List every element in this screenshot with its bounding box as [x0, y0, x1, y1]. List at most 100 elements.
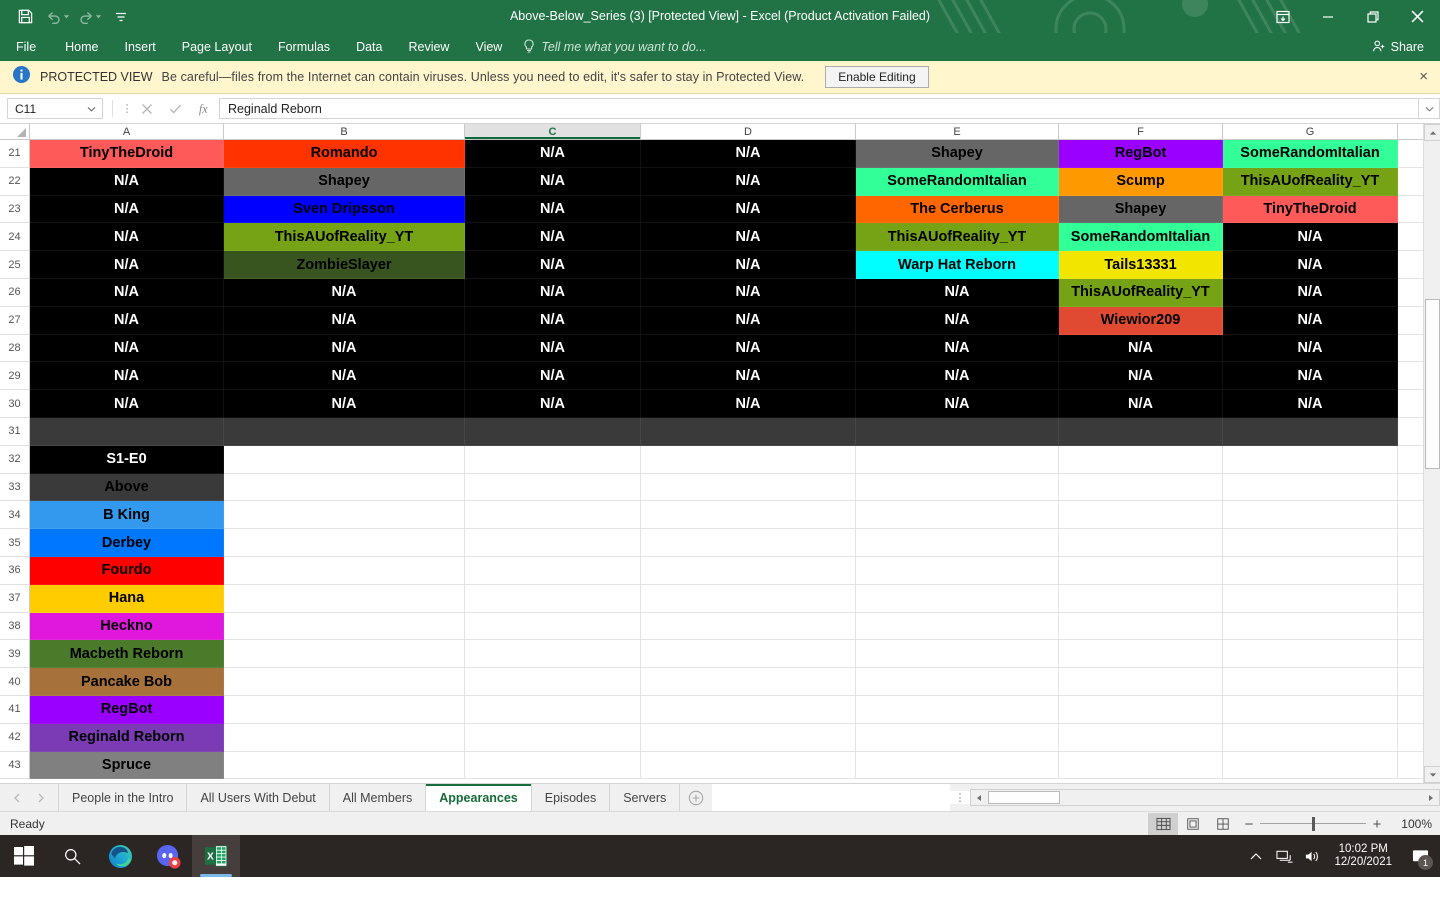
row-header-36[interactable]: 36 — [0, 556, 30, 585]
minimize-icon[interactable] — [1305, 0, 1350, 33]
grid-cell-F21[interactable]: RegBot — [1059, 140, 1223, 168]
grid-cell-A27[interactable]: N/A — [30, 306, 224, 335]
close-icon[interactable] — [1395, 0, 1440, 33]
grid-cell-A29[interactable]: N/A — [30, 362, 224, 391]
grid-cell-B26[interactable]: N/A — [224, 278, 465, 307]
grid-cell-C30[interactable]: N/A — [465, 390, 641, 418]
ribbon-tab-insert[interactable]: Insert — [112, 33, 169, 61]
grid-cell-F38[interactable] — [1059, 612, 1223, 641]
undo-icon[interactable] — [42, 4, 72, 30]
row-header-43[interactable]: 43 — [0, 751, 30, 780]
grid-cell-F39[interactable] — [1059, 640, 1223, 669]
grid-cell-F41[interactable] — [1059, 695, 1223, 724]
grid-cell-E24[interactable]: ThisAUofReality_YT — [856, 223, 1059, 252]
grid-cell-B29[interactable]: N/A — [224, 362, 465, 391]
grid-cell-C33[interactable] — [465, 473, 641, 502]
grid-cell-C32[interactable] — [465, 445, 641, 474]
row-header-32[interactable]: 32 — [0, 445, 30, 474]
row-header-26[interactable]: 26 — [0, 278, 30, 307]
grid-cell-D40[interactable] — [641, 668, 856, 696]
close-icon[interactable]: × — [1419, 69, 1428, 84]
grid-cell-B35[interactable] — [224, 529, 465, 557]
normal-view-icon[interactable] — [1148, 813, 1178, 835]
sheet-tab-episodes[interactable]: Episodes — [530, 783, 610, 812]
zoom-in-button[interactable]: + — [1366, 816, 1388, 833]
grid-cell-E29[interactable]: N/A — [856, 362, 1059, 391]
grid-cell-D42[interactable] — [641, 723, 856, 752]
edge-icon[interactable] — [96, 835, 144, 877]
row-header-41[interactable]: 41 — [0, 695, 30, 724]
row-header-28[interactable]: 28 — [0, 334, 30, 363]
grid-cell-E38[interactable] — [856, 612, 1059, 641]
grid-cell-F30[interactable]: N/A — [1059, 390, 1223, 418]
grid-cell-C36[interactable] — [465, 556, 641, 585]
notifications-icon[interactable]: 1 — [1400, 835, 1440, 877]
grid-cell-C29[interactable]: N/A — [465, 362, 641, 391]
grid-cell-B30[interactable]: N/A — [224, 390, 465, 418]
start-icon[interactable] — [0, 835, 48, 877]
sheet-tab-all-users-with-debut[interactable]: All Users With Debut — [186, 783, 329, 812]
grid-cell-D36[interactable] — [641, 556, 856, 585]
grid-cell-E32[interactable] — [856, 445, 1059, 474]
discord-icon[interactable] — [144, 835, 192, 877]
grid-cell-E43[interactable] — [856, 751, 1059, 780]
grid-cell-C24[interactable]: N/A — [465, 223, 641, 252]
sheet-tab-appearances[interactable]: Appearances — [425, 783, 531, 812]
new-sheet-icon[interactable] — [680, 790, 712, 806]
grid-cell-B27[interactable]: N/A — [224, 306, 465, 335]
grid-cell-A26[interactable]: N/A — [30, 278, 224, 307]
grid-cell-B31[interactable] — [224, 417, 465, 446]
grid-cell-G23[interactable]: TinyTheDroid — [1223, 195, 1398, 224]
grid-cell-G34[interactable] — [1223, 501, 1398, 530]
grid-cell-A30[interactable]: N/A — [30, 390, 224, 418]
zoom-level[interactable]: 100% — [1388, 817, 1432, 831]
grid-cell-A32[interactable]: S1-E0 — [30, 445, 224, 474]
grid-cell-E35[interactable] — [856, 529, 1059, 557]
grid-cell-A28[interactable]: N/A — [30, 334, 224, 363]
grid-cell-E33[interactable] — [856, 473, 1059, 502]
grid-cell-B25[interactable]: ZombieSlayer — [224, 251, 465, 279]
previous-sheet-icon[interactable] — [6, 787, 28, 809]
ribbon-tab-home[interactable]: Home — [52, 33, 111, 61]
customize-qat-icon[interactable] — [106, 4, 136, 30]
column-header-b[interactable]: B — [224, 124, 465, 139]
row-header-22[interactable]: 22 — [0, 167, 30, 196]
page-break-preview-icon[interactable] — [1208, 813, 1238, 835]
grid-cell-E28[interactable]: N/A — [856, 334, 1059, 363]
row-header-39[interactable]: 39 — [0, 640, 30, 669]
grid-cell-C40[interactable] — [465, 668, 641, 696]
formula-input[interactable]: Reginald Reborn — [219, 98, 1418, 119]
grid-cell-E21[interactable]: Shapey — [856, 140, 1059, 168]
grid-cell-C34[interactable] — [465, 501, 641, 530]
grid-cell-C31[interactable] — [465, 417, 641, 446]
grid-cell-D23[interactable]: N/A — [641, 195, 856, 224]
row-header-33[interactable]: 33 — [0, 473, 30, 502]
grid-cell-E34[interactable] — [856, 501, 1059, 530]
sheet-tab-servers[interactable]: Servers — [609, 783, 681, 812]
row-header-24[interactable]: 24 — [0, 223, 30, 252]
grid-cell-D28[interactable]: N/A — [641, 334, 856, 363]
vertical-scrollbar-thumb[interactable] — [1425, 299, 1440, 469]
grid-cell-G24[interactable]: N/A — [1223, 223, 1398, 252]
grid-cell-G25[interactable]: N/A — [1223, 251, 1398, 279]
grid-cell-D43[interactable] — [641, 751, 856, 780]
enter-icon[interactable] — [161, 98, 190, 120]
grid-cell-D21[interactable]: N/A — [641, 140, 856, 168]
grid-cell-C23[interactable]: N/A — [465, 195, 641, 224]
grid-cell-G28[interactable]: N/A — [1223, 334, 1398, 363]
grid-cell-C27[interactable]: N/A — [465, 306, 641, 335]
row-header-37[interactable]: 37 — [0, 584, 30, 613]
grid-cell-F33[interactable] — [1059, 473, 1223, 502]
grid-cell-E42[interactable] — [856, 723, 1059, 752]
grid-cell-G40[interactable] — [1223, 668, 1398, 696]
grid-cell-C21[interactable]: N/A — [465, 140, 641, 168]
ribbon-tab-view[interactable]: View — [462, 33, 515, 61]
grid-cell-E30[interactable]: N/A — [856, 390, 1059, 418]
column-header-c[interactable]: C — [465, 124, 641, 139]
grid-cell-C41[interactable] — [465, 695, 641, 724]
grid-cell-A31[interactable] — [30, 417, 224, 446]
grid-cell-A21[interactable]: TinyTheDroid — [30, 140, 224, 168]
show-hidden-icons-icon[interactable] — [1242, 835, 1270, 877]
grid-cell-C39[interactable] — [465, 640, 641, 669]
scroll-down-arrow-icon[interactable] — [1424, 766, 1440, 783]
